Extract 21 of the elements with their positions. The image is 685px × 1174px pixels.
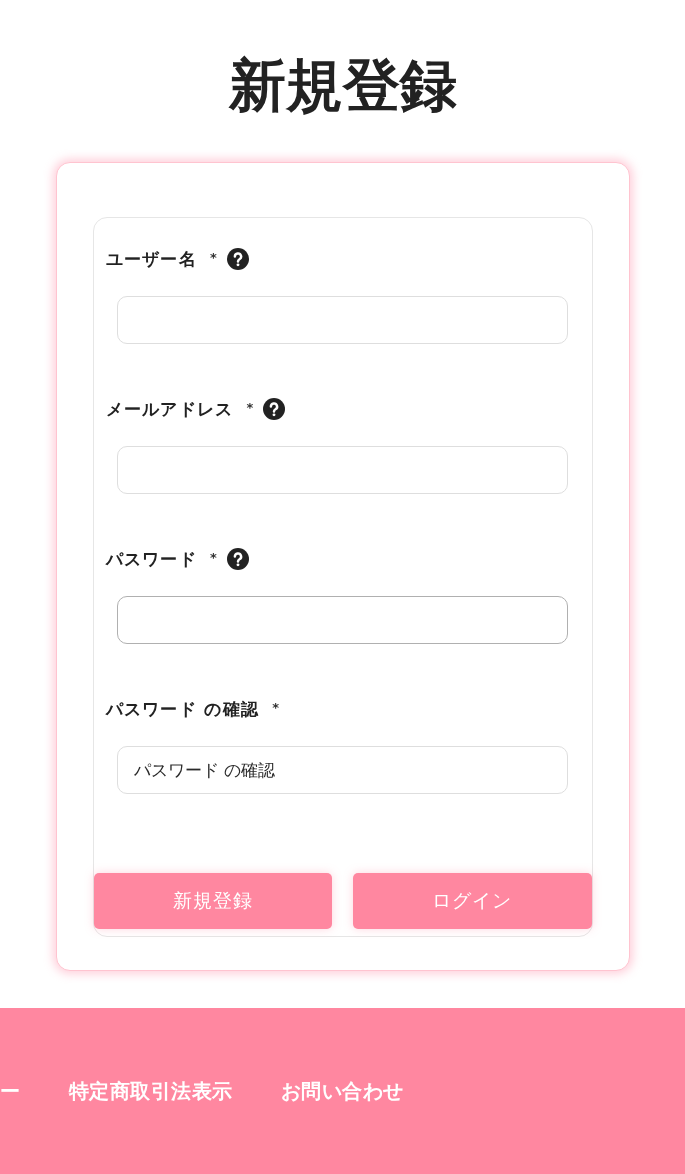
required-mark: * <box>210 249 217 265</box>
required-mark: * <box>210 549 217 565</box>
footer-link[interactable]: お問い合わせ <box>280 1078 404 1104</box>
help-icon[interactable] <box>226 248 249 270</box>
page-title: 新規登録 <box>228 52 457 118</box>
input-field[interactable]: パスワード の確認 <box>116 746 568 794</box>
required-mark: * <box>272 699 279 715</box>
input-field[interactable] <box>116 296 568 344</box>
field-label: パスワード <box>105 547 197 571</box>
register-button[interactable]: 新規登録 <box>93 873 332 929</box>
footer-link[interactable]: 特定商取引法表示 <box>68 1078 233 1104</box>
field-label: ユーザー名 <box>105 247 197 271</box>
input-field[interactable] <box>116 596 568 644</box>
field-label: メールアドレス <box>105 397 234 421</box>
help-icon[interactable] <box>263 398 286 420</box>
login-button[interactable]: ログイン <box>353 873 592 929</box>
required-mark: * <box>246 399 254 415</box>
input-field[interactable] <box>116 446 568 494</box>
footer-link[interactable]: ー <box>0 1078 21 1104</box>
field-label: パスワード の確認 <box>105 697 260 721</box>
help-icon[interactable] <box>226 548 249 570</box>
